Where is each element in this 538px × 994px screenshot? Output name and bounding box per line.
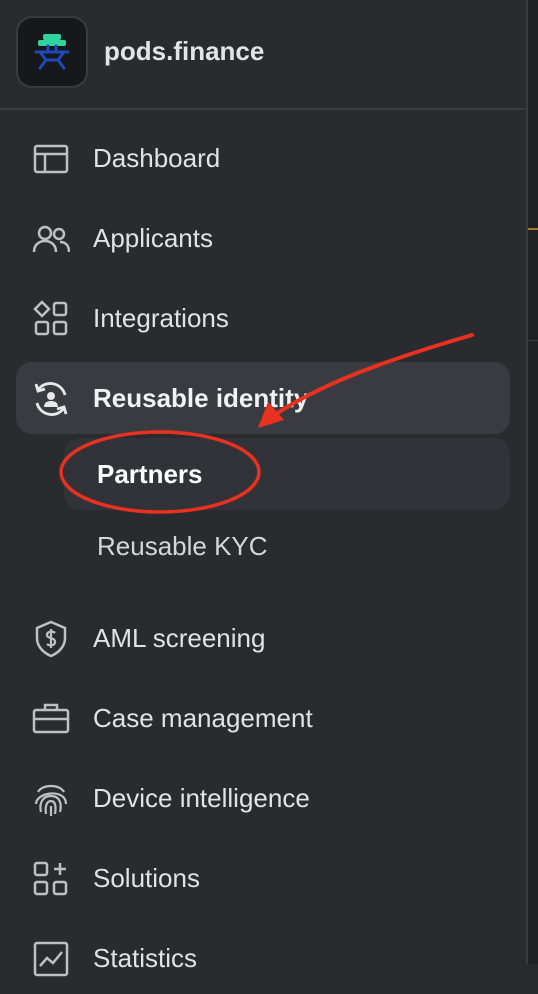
sub-item-label: Partners [97,459,203,489]
sidebar-item-reusable-identity[interactable]: Reusable identity [16,362,510,434]
workspace-name[interactable]: pods.finance [104,36,264,67]
sidebar-item-applicants[interactable]: Applicants [16,202,510,274]
solutions-icon [33,861,68,896]
sidebar-item-label: Statistics [93,943,198,973]
main-panel-edge [528,0,538,964]
fingerprint-icon [34,784,68,816]
chart-icon [33,941,69,977]
sidebar-item-integrations[interactable]: Integrations [16,282,510,354]
sub-item-label: Reusable KYC [97,531,268,561]
sidebar-item-label: Device intelligence [93,783,310,813]
main-panel-accent [528,228,538,230]
sidebar-item-case-management[interactable]: Case management [16,682,510,754]
shield-dollar-icon [35,620,67,658]
users-icon [32,225,70,253]
sidebar-item-device-intelligence[interactable]: Device intelligence [16,762,510,834]
sidebar-item-label: Case management [93,703,313,733]
integrations-icon [33,300,68,336]
sidebar-item-aml-screening[interactable]: AML screening [16,602,510,674]
sidebar-item-solutions[interactable]: Solutions [16,842,510,914]
briefcase-icon [32,703,70,734]
sidebar-item-label: AML screening [93,623,266,653]
sub-item-reusable-kyc[interactable]: Reusable KYC [64,510,510,582]
sidebar-item-label: Reusable identity [93,383,309,413]
main-panel-divider [528,340,538,341]
sidebar-header: pods.finance [0,0,526,110]
pods-logo-icon[interactable] [16,16,88,88]
sidebar-item-label: Applicants [93,223,213,253]
sidebar-item-statistics[interactable]: Statistics [16,922,510,994]
sidebar-item-label: Integrations [93,303,229,333]
layout-icon [33,144,69,174]
sidebar-item-label: Dashboard [93,143,221,173]
sidebar: pods.finance Dashboard Applicants Integr… [0,0,526,977]
sidebar-item-dashboard[interactable]: Dashboard [16,122,510,194]
sub-item-partners[interactable]: Partners [64,438,510,510]
sidebar-item-label: Solutions [93,863,200,893]
reusable-identity-icon [34,382,68,416]
